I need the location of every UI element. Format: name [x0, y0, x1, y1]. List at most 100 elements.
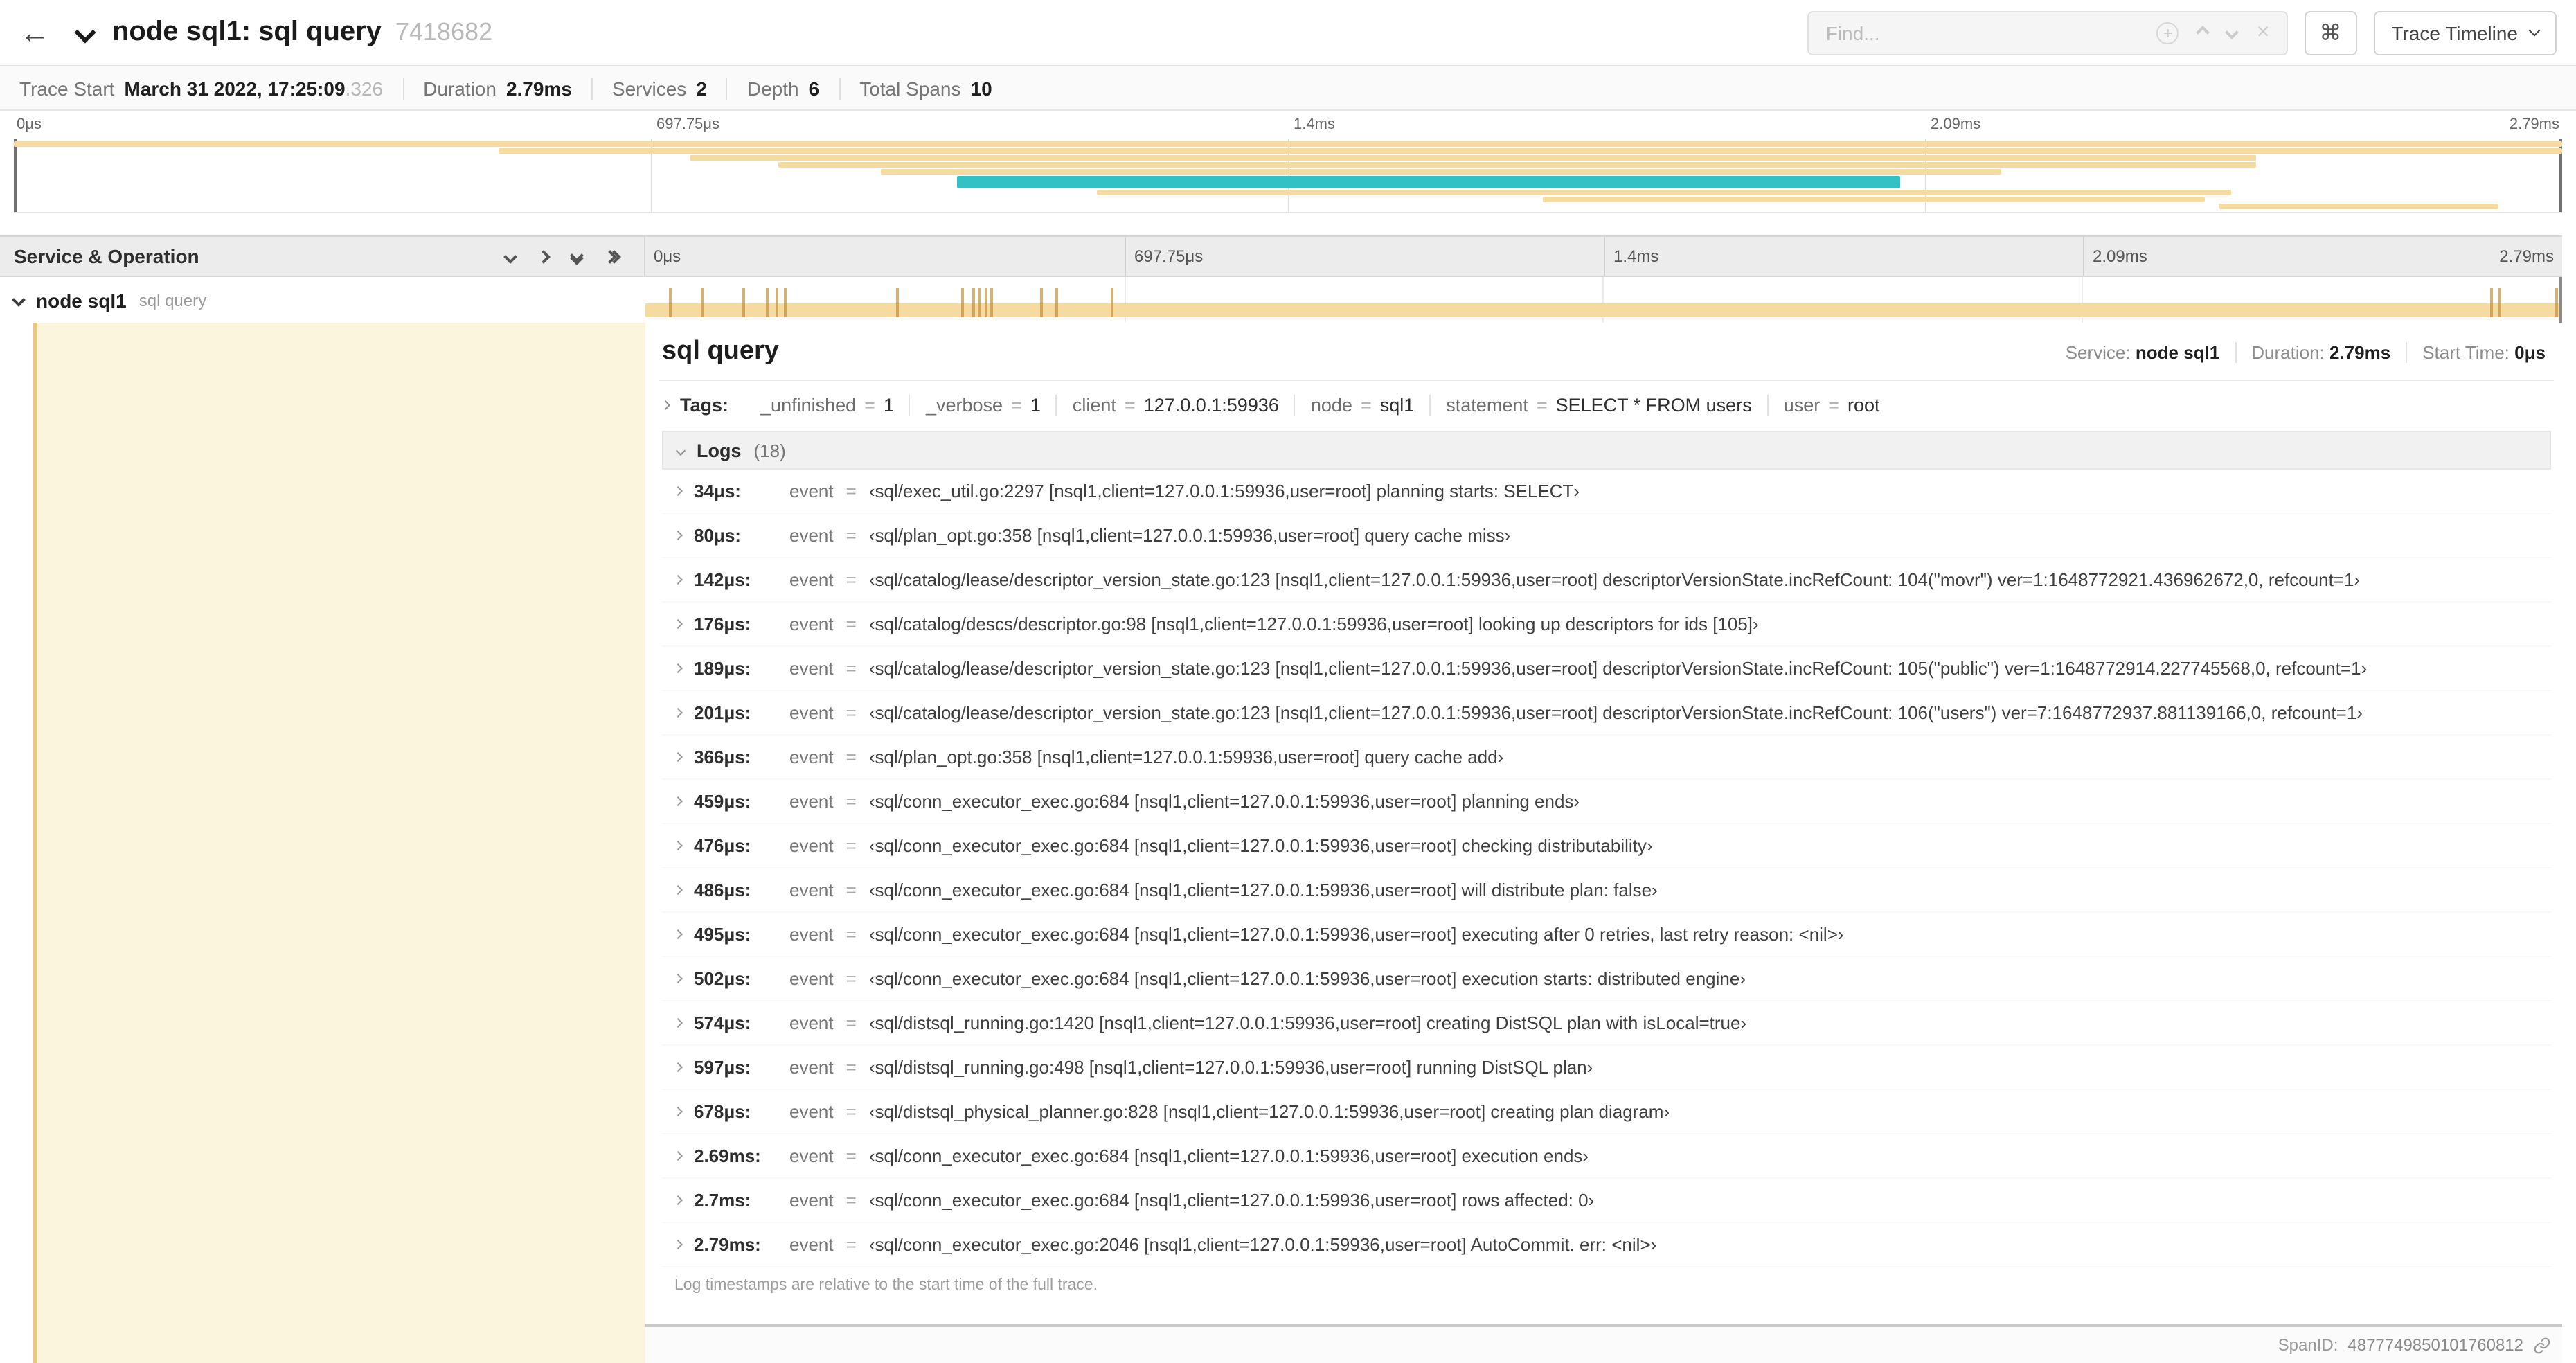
tag-equals: =: [1828, 395, 1840, 416]
log-marker: [1039, 288, 1043, 317]
span-collapse-chevron-icon[interactable]: [12, 293, 26, 307]
log-row[interactable]: 142μs: event = ‹sql/catalog/lease/descri…: [662, 558, 2551, 603]
log-field-key: event: [789, 1101, 834, 1122]
log-field-value: ‹sql/conn_executor_exec.go:684 [nsql1,cl…: [868, 791, 1580, 812]
log-timestamp: 2.7ms:: [694, 1190, 751, 1211]
trace-collapse-chevron-icon[interactable]: [74, 21, 96, 44]
span-id-footer: SpanID: 4877749850101760812: [645, 1327, 2562, 1363]
tag-item: statement = SELECT * FROM users: [1429, 395, 1766, 416]
log-row[interactable]: 678μs: event = ‹sql/distsql_physical_pla…: [662, 1090, 2551, 1134]
log-field-key: event: [789, 968, 834, 989]
log-field-value: ‹sql/distsql_running.go:498 [nsql1,clien…: [868, 1057, 1593, 1078]
minimap-tick-label: 1.4ms: [1294, 116, 1335, 133]
service-operation-heading: Service & Operation: [14, 245, 199, 267]
tag-item: client = 127.0.0.1:59936: [1055, 395, 1294, 416]
timeline-tick-column: 1.4ms: [1604, 237, 2083, 276]
log-timestamp: 2.79ms:: [694, 1234, 761, 1255]
log-row[interactable]: 189μs: event = ‹sql/catalog/lease/descri…: [662, 647, 2551, 691]
summary-value: 10: [970, 77, 992, 99]
log-marker: [896, 288, 900, 317]
meta-service-label: Service:: [2065, 341, 2131, 362]
tag-equals: =: [1124, 395, 1136, 416]
log-marker: [961, 288, 965, 317]
deep-link-icon[interactable]: [2533, 1336, 2551, 1354]
tags-row[interactable]: Tags: _unfinished = 1 _verbose = 1 clien…: [659, 381, 2554, 429]
back-button[interactable]: ←: [19, 15, 50, 51]
span-id-label: SpanID:: [2278, 1335, 2338, 1355]
trace-view-selector[interactable]: Trace Timeline: [2373, 10, 2557, 55]
summary-item: Services 2: [591, 77, 726, 99]
next-result-icon[interactable]: [2225, 26, 2239, 39]
log-row[interactable]: 502μs: event = ‹sql/conn_executor_exec.g…: [662, 957, 2551, 1001]
tag-value: 127.0.0.1:59936: [1143, 395, 1279, 416]
log-row[interactable]: 2.7ms: event = ‹sql/conn_executor_exec.g…: [662, 1179, 2551, 1223]
span-duration-bar[interactable]: [645, 303, 2559, 317]
minimap-tick-label: 0μs: [17, 116, 42, 133]
summary-item: Depth 6: [726, 77, 839, 99]
circle-plus-icon[interactable]: +: [2156, 21, 2179, 44]
log-row[interactable]: 476μs: event = ‹sql/conn_executor_exec.g…: [662, 824, 2551, 868]
tag-key: user: [1783, 395, 1821, 416]
keyboard-shortcuts-button[interactable]: ⌘: [2304, 10, 2357, 55]
span-row[interactable]: node sql1 sql query: [0, 277, 2562, 323]
log-row[interactable]: 597μs: event = ‹sql/distsql_running.go:4…: [662, 1046, 2551, 1090]
log-row[interactable]: 486μs: event = ‹sql/conn_executor_exec.g…: [662, 868, 2551, 913]
log-field-value: ‹sql/conn_executor_exec.go:684 [nsql1,cl…: [868, 924, 1844, 945]
jaeger-trace-page: ← node sql1: sql query 7418682 + × ⌘ Tra…: [0, 0, 2576, 1363]
meta-start-value: 0μs: [2514, 341, 2546, 362]
log-field-value: ‹sql/catalog/lease/descriptor_version_st…: [868, 569, 2361, 590]
log-timestamp: 495μs:: [694, 924, 751, 945]
timeline-tick-column: 2.09ms: [2083, 237, 2562, 276]
minimap-canvas[interactable]: [14, 139, 2562, 213]
log-row[interactable]: 2.79ms: event = ‹sql/conn_executor_exec.…: [662, 1223, 2551, 1267]
log-equals: =: [846, 1057, 857, 1078]
minimap-span: [778, 162, 2257, 168]
minimap-span: [498, 148, 2562, 154]
span-name-cell[interactable]: node sql1 sql query: [0, 277, 645, 323]
clear-search-icon[interactable]: ×: [2257, 20, 2270, 45]
log-field-value: ‹sql/conn_executor_exec.go:684 [nsql1,cl…: [868, 880, 1658, 900]
minimap-span: [14, 141, 2562, 147]
log-row[interactable]: 34μs: event = ‹sql/exec_util.go:2297 [ns…: [662, 470, 2551, 514]
logs-footer-note: Log timestamps are relative to the start…: [674, 1277, 1098, 1294]
log-row[interactable]: 201μs: event = ‹sql/catalog/lease/descri…: [662, 691, 2551, 736]
logs-section-toggle[interactable]: Logs (18): [662, 431, 2551, 470]
detail-column: sql query Service: node sql1 Duration: 2…: [645, 323, 2562, 1363]
log-row[interactable]: 574μs: event = ‹sql/distsql_running.go:1…: [662, 1001, 2551, 1046]
log-marker: [1055, 288, 1058, 317]
find-input[interactable]: [1825, 13, 2138, 52]
log-marker: [766, 288, 769, 317]
tags-chevron-icon: [660, 400, 671, 411]
expand-all-icon[interactable]: [537, 249, 551, 263]
prev-result-icon[interactable]: [2196, 26, 2210, 39]
log-equals: =: [846, 747, 857, 767]
minimap-left-handle[interactable]: [14, 139, 17, 212]
log-marker: [972, 288, 976, 317]
log-row[interactable]: 80μs: event = ‹sql/plan_opt.go:358 [nsql…: [662, 514, 2551, 558]
log-timestamp: 459μs:: [694, 791, 751, 812]
log-equals: =: [846, 525, 857, 546]
log-row[interactable]: 2.69ms: event = ‹sql/conn_executor_exec.…: [662, 1134, 2551, 1179]
minimap-span: [880, 169, 2002, 175]
log-field-value: ‹sql/catalog/lease/descriptor_version_st…: [868, 702, 2363, 723]
span-detail-header: sql query Service: node sql1 Duration: 2…: [659, 323, 2554, 381]
collapse-one-icon[interactable]: [570, 248, 584, 265]
log-chevron-icon: [672, 663, 683, 674]
summary-value: 2.79ms: [506, 77, 572, 99]
expand-one-icon[interactable]: [603, 249, 621, 263]
log-chevron-icon: [672, 1239, 683, 1250]
span-bar-cell[interactable]: [645, 277, 2562, 323]
log-row[interactable]: 495μs: event = ‹sql/conn_executor_exec.g…: [662, 913, 2551, 957]
log-row[interactable]: 176μs: event = ‹sql/catalog/descs/descri…: [662, 603, 2551, 647]
log-row[interactable]: 366μs: event = ‹sql/plan_opt.go:358 [nsq…: [662, 736, 2551, 780]
log-equals: =: [846, 791, 857, 812]
log-timestamp: 2.69ms:: [694, 1146, 761, 1166]
log-row[interactable]: 459μs: event = ‹sql/conn_executor_exec.g…: [662, 780, 2551, 824]
log-field-value: ‹sql/conn_executor_exec.go:684 [nsql1,cl…: [868, 1190, 1595, 1211]
log-field-key: event: [789, 1146, 834, 1166]
summary-label: Depth: [746, 77, 799, 99]
log-field-value: ‹sql/conn_executor_exec.go:684 [nsql1,cl…: [868, 835, 1653, 856]
collapse-all-icon[interactable]: [503, 249, 517, 263]
tag-value: SELECT * FROM users: [1555, 395, 1752, 416]
log-chevron-icon: [672, 1017, 683, 1028]
